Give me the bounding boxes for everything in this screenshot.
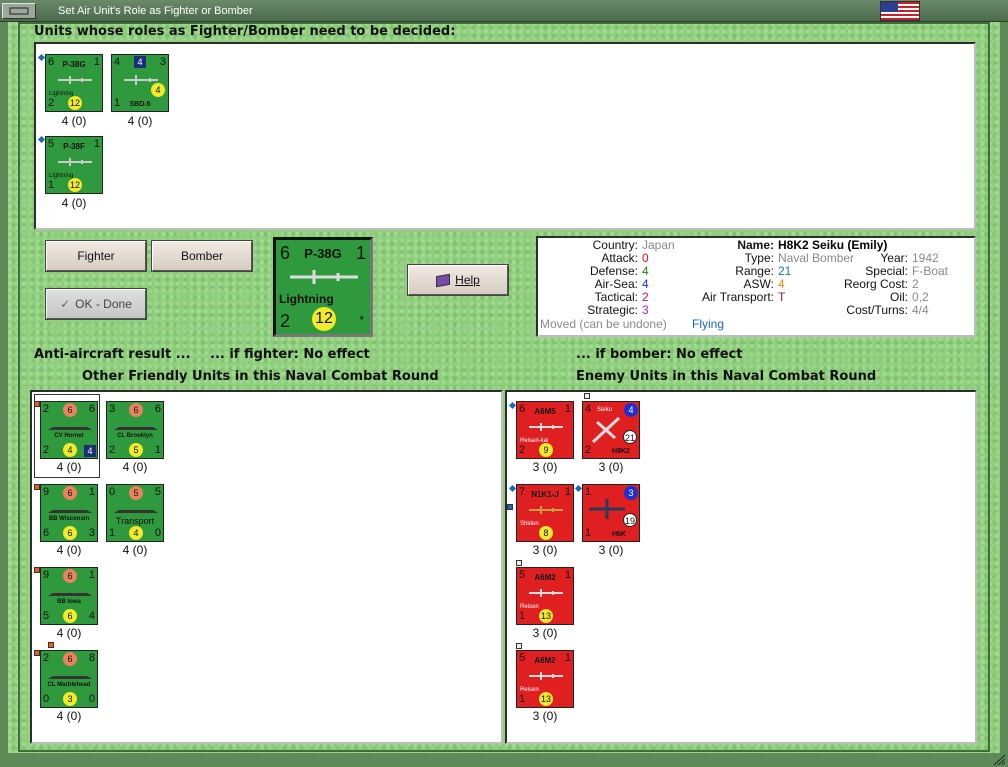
us-flag-icon — [880, 1, 920, 21]
unit-status-marker — [584, 393, 590, 399]
ship-icon — [48, 510, 92, 513]
enemy-unit-counter[interactable]: 7 1 N1K1-J Shiden 8 — [516, 484, 574, 542]
fighter-plane-icon — [529, 423, 563, 431]
unit-status-marker — [516, 560, 522, 566]
unit-counter-label: 3 (0) — [532, 626, 558, 640]
info-strategic: 3 — [642, 303, 649, 317]
enemy-unit-counter[interactable]: 1 3 19 H6K 1 — [582, 484, 640, 542]
window-menu-icon — [9, 7, 29, 14]
friendly-unit-counter[interactable]: 9 6 1 BB Wisconsin 6 6 3 — [40, 484, 98, 542]
friendly-units-panel: 2 6 6 CV Hornet 2 4 4 4 (0) 3 6 6 CL Bro… — [30, 390, 503, 744]
enemy-unit-counter[interactable]: 5 1 A6M2 Reisen 1 13 — [516, 567, 574, 625]
enemy-units-panel: 6 1 A6M5 Reisen-kai 2 9 3 (0) 4 Seiku 4 … — [505, 390, 977, 744]
unit-counter-label: 3 (0) — [532, 709, 558, 723]
decide-heading: Units whose roles as Fighter/Bomber need… — [34, 24, 456, 39]
fighter-plane-icon — [529, 506, 563, 514]
friendly-unit-counter[interactable]: 0 5 5 Transport 1 4 0 — [106, 484, 164, 542]
friendly-unit-counter[interactable]: 2 6 8 CL Marblehead 0 3 0 — [40, 650, 98, 708]
resize-grip-icon[interactable] — [992, 754, 1006, 766]
unit-counter-label: 4 (0) — [56, 626, 82, 640]
fighter-plane-icon — [58, 158, 92, 166]
enemy-unit-counter[interactable]: 6 1 A6M5 Reisen-kai 2 9 — [516, 401, 574, 459]
friendly-heading: Other Friendly Units in this Naval Comba… — [82, 369, 439, 384]
fighter-plane-icon — [529, 672, 563, 680]
unit-status-dot — [508, 401, 517, 410]
unit-status-dot — [37, 135, 46, 144]
help-button[interactable]: Help — [407, 264, 509, 296]
unit-counter-label: 4 (0) — [56, 460, 82, 474]
info-cost: 4/4 — [912, 303, 929, 317]
unit-counter-label: 4 (0) — [56, 709, 82, 723]
pending-unit-counter[interactable]: 6 1 P-38G Lightning 2 12 — [45, 54, 103, 112]
unit-counter-label: 4 (0) — [122, 460, 148, 474]
pending-unit-counter[interactable]: 4 4 3 4 SBD-5 1 — [111, 54, 169, 112]
window-title: Set Air Unit's Role as Fighter or Bomber — [58, 4, 253, 17]
unit-counter-label: 4 (0) — [56, 543, 82, 557]
ship-icon — [48, 593, 92, 596]
ok-done-button[interactable]: ✓ OK - Done — [45, 288, 147, 320]
unit-counter-label: 3 (0) — [598, 460, 624, 474]
friendly-unit-counter[interactable]: 3 6 6 CL Brooklyn 2 5 1 — [106, 401, 164, 459]
fighter-plane-icon — [290, 270, 358, 284]
selected-unit-counter: 6 1 P-38G Lightning 2 12 * — [273, 237, 373, 337]
unit-counter-label: 4 (0) — [122, 543, 148, 557]
unit-counter-label: 3 (0) — [598, 543, 624, 557]
bomber-button[interactable]: Bomber — [151, 240, 253, 272]
checkmark-icon: ✓ — [60, 297, 71, 311]
ship-icon — [114, 427, 158, 430]
enemy-unit-counter[interactable]: 4 Seiku 4 21 H8K2 2 — [582, 401, 640, 459]
fighter-plane-icon — [529, 589, 563, 597]
info-flying: Flying — [692, 317, 725, 331]
enemy-unit-counter[interactable]: 5 1 A6M2 Reisen 1 13 — [516, 650, 574, 708]
fighter-button[interactable]: Fighter — [45, 240, 147, 272]
flying-boat-icon — [589, 499, 625, 519]
friendly-unit-counter[interactable]: 9 6 1 BB Iowa 5 6 4 — [40, 567, 98, 625]
enemy-heading: Enemy Units in this Naval Combat Round — [576, 369, 877, 384]
pending-unit-counter[interactable]: 5 1 P-38F Lightning 1 12 — [45, 136, 103, 194]
unit-status-marker — [48, 642, 54, 648]
unit-status-marker — [516, 643, 522, 649]
unit-counter-label: 3 (0) — [532, 460, 558, 474]
pending-units-panel: 6 1 P-38G Lightning 2 12 4 (0) 4 4 3 4 S… — [34, 42, 976, 230]
aa-result-label: Anti-aircraft result ... — [34, 347, 191, 362]
ship-icon — [48, 427, 92, 430]
window-menu-button[interactable] — [2, 2, 36, 19]
unit-counter-label: 4 (0) — [61, 114, 87, 128]
flying-boat-icon — [591, 416, 621, 444]
unit-counter-label: 4 (0) — [61, 196, 87, 210]
help-book-icon — [436, 273, 451, 287]
aa-if-bomber: ... if bomber: No effect — [576, 347, 743, 362]
unit-status-dot — [574, 484, 583, 493]
friendly-unit-counter[interactable]: 2 6 6 CV Hornet 2 4 4 — [40, 401, 98, 459]
unit-status-dot — [508, 484, 517, 493]
unit-status-marker — [507, 504, 513, 510]
ship-icon — [114, 510, 158, 513]
fighter-plane-icon — [58, 76, 92, 84]
info-moved: Moved (can be undone) — [540, 317, 667, 331]
aa-if-fighter: ... if fighter: No effect — [210, 347, 370, 362]
window-titlebar: Set Air Unit's Role as Fighter or Bomber — [0, 0, 1008, 22]
ship-icon — [48, 676, 92, 679]
info-airtrans: T — [778, 290, 786, 304]
unit-info-panel: Country: Japan Attack: 0 Defense: 4 Air-… — [536, 236, 976, 337]
unit-status-dot — [37, 53, 46, 62]
unit-counter-label: 3 (0) — [532, 543, 558, 557]
unit-counter-label: 4 (0) — [127, 114, 153, 128]
